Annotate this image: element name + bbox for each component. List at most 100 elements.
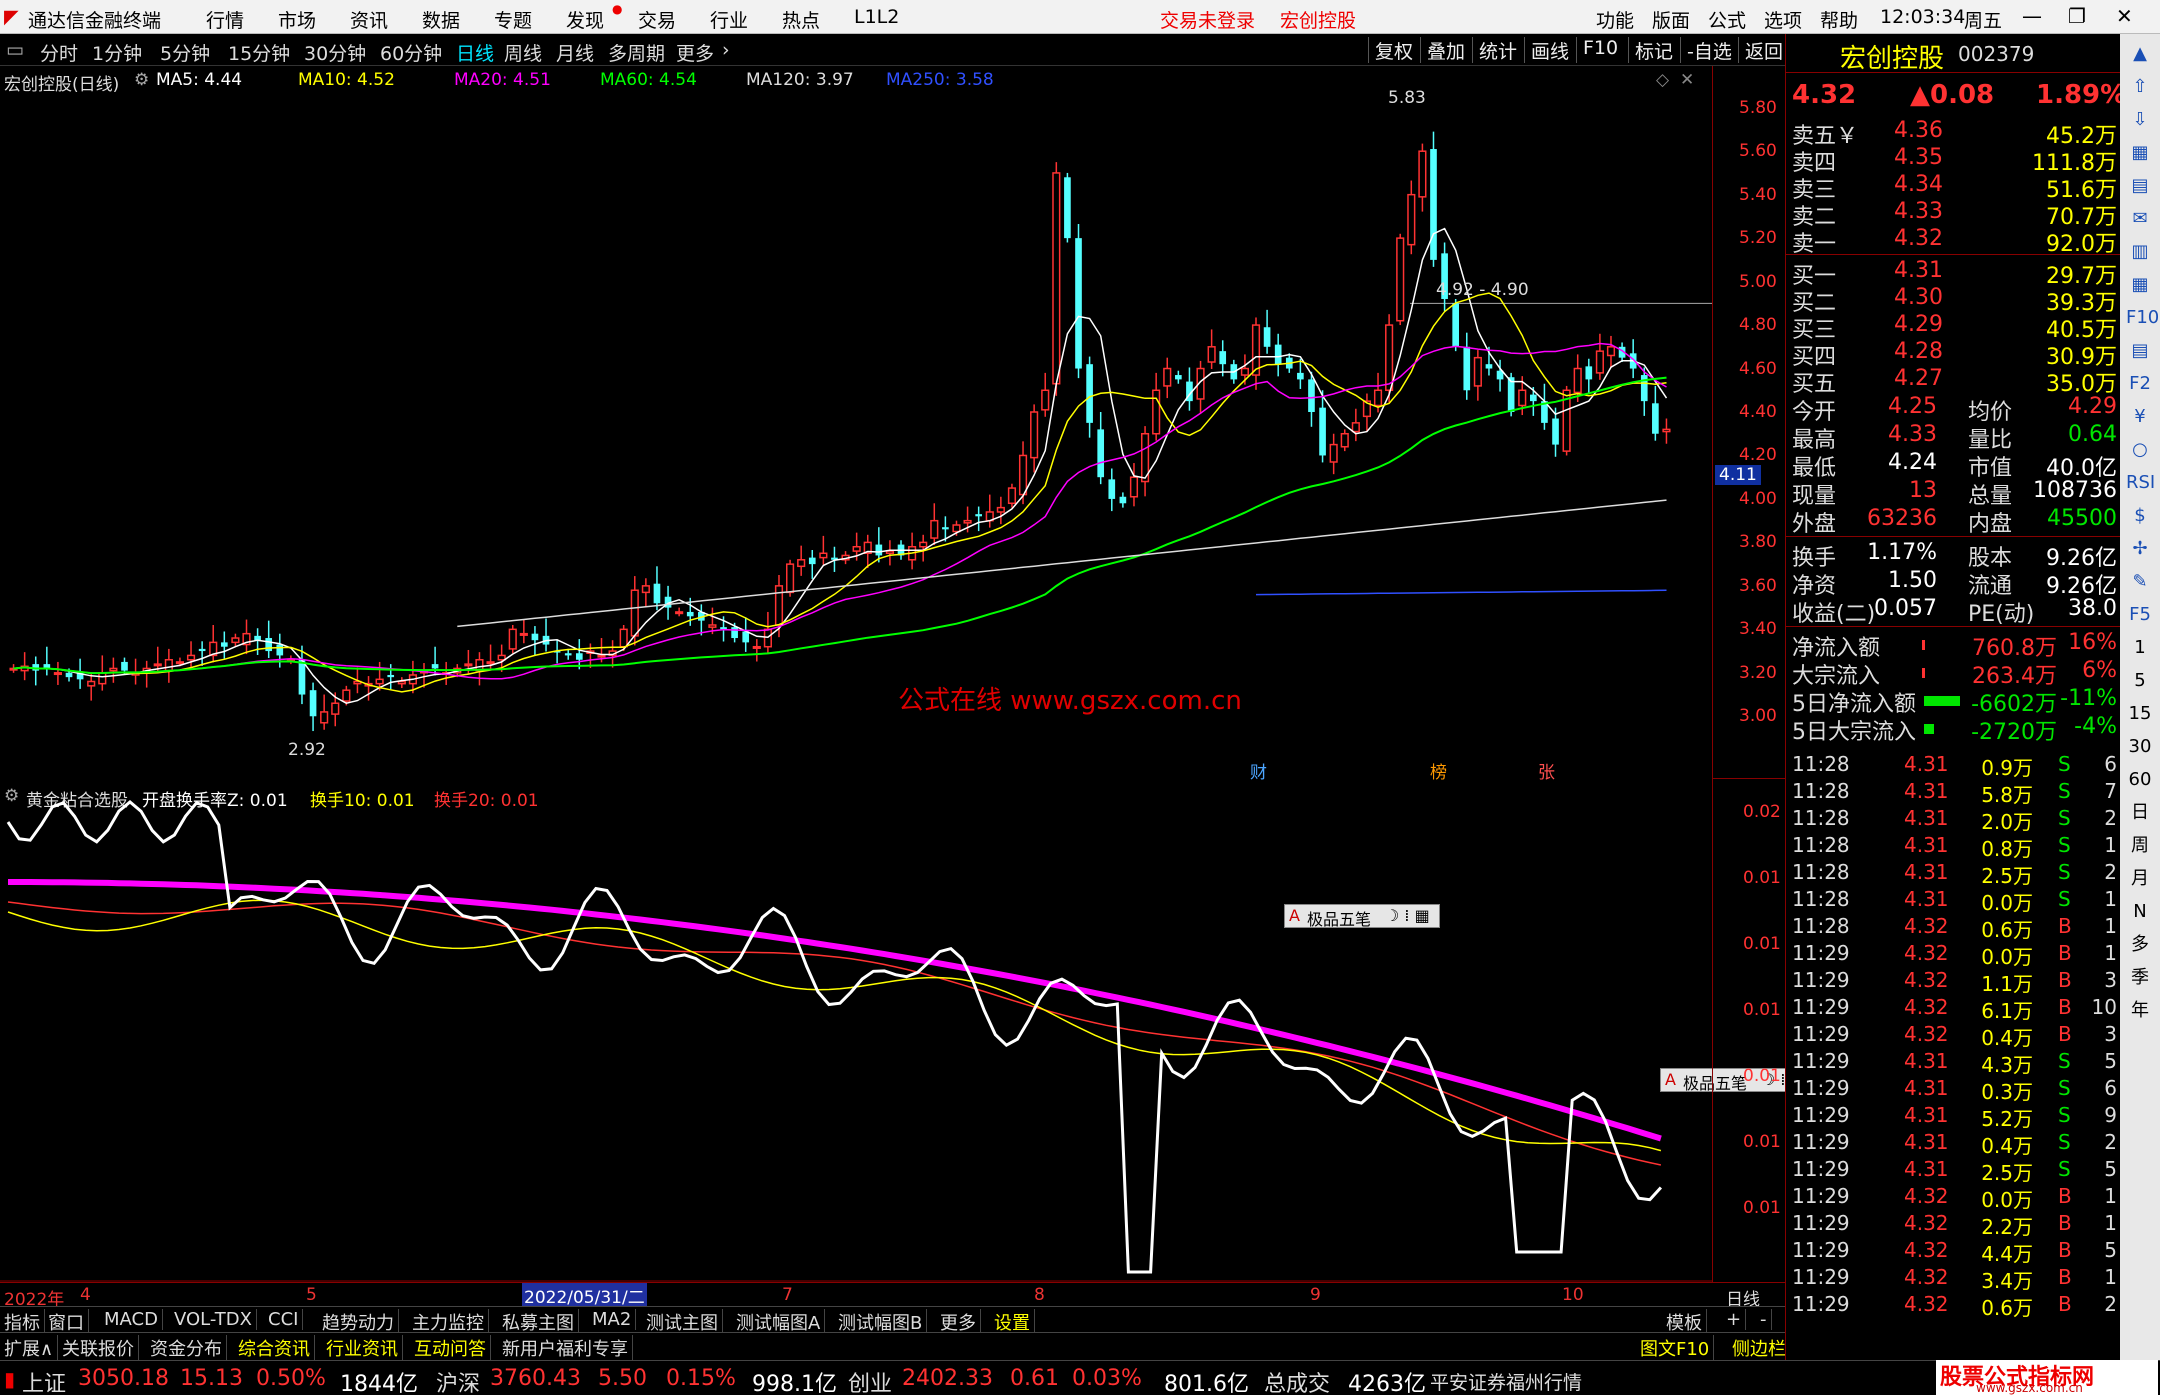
- menu-jiaoyi[interactable]: 交易: [638, 6, 676, 33]
- period-multi[interactable]: 多周期: [608, 39, 665, 66]
- marker-zhang[interactable]: 张: [1538, 758, 1555, 783]
- sidebar-icon[interactable]: 30: [2126, 733, 2154, 761]
- sidebar-icon[interactable]: ⇩: [2126, 106, 2154, 134]
- stat-row[interactable]: 最高 4.33 量比 0.64: [1792, 422, 2117, 453]
- template-btn[interactable]: -: [1756, 1309, 1772, 1330]
- sidebar-icon[interactable]: ▥: [2126, 238, 2154, 266]
- menu-l1l2[interactable]: L1L2: [854, 6, 899, 28]
- bid-row[interactable]: 买二 4.30 39.3万: [1792, 285, 2117, 316]
- sidebar-icon[interactable]: 年: [2126, 997, 2154, 1025]
- period-5min[interactable]: 5分钟: [160, 39, 210, 66]
- menu-shuju[interactable]: 数据: [422, 6, 460, 33]
- close-icon[interactable]: ✕: [2116, 4, 2133, 28]
- tick-row[interactable]: 11:28 4.31 5.8万 S 7: [1792, 779, 2117, 807]
- collapse-icon[interactable]: ▭: [6, 39, 24, 61]
- ime-widget[interactable]: A 极品五笔 ☽ ⁞ ▦: [1284, 904, 1440, 929]
- marker-cai[interactable]: 财: [1250, 758, 1267, 783]
- sidebar-icon[interactable]: ✢: [2126, 535, 2154, 563]
- extension-tab[interactable]: 行业资讯: [322, 1335, 403, 1361]
- tick-row[interactable]: 11:29 4.32 2.2万 B 1: [1792, 1211, 2117, 1239]
- tick-row[interactable]: 11:29 4.32 0.4万 B 3: [1792, 1022, 2117, 1050]
- sidebar-icon[interactable]: 1: [2126, 634, 2154, 662]
- stat-row[interactable]: 现量 13 总量 108736: [1792, 478, 2117, 509]
- btn-huaxian[interactable]: 画线: [1524, 37, 1575, 63]
- turnover-chart[interactable]: [0, 782, 1712, 1282]
- ask-row[interactable]: 卖一 4.32 92.0万: [1792, 226, 2117, 257]
- extension-tab[interactable]: 新用户福利专享: [498, 1335, 633, 1361]
- tick-row[interactable]: 11:29 4.31 0.3万 S 6: [1792, 1076, 2117, 1104]
- extension-tab[interactable]: 互动问答: [410, 1335, 491, 1361]
- menu-hangye[interactable]: 行业: [710, 6, 748, 33]
- tick-row[interactable]: 11:28 4.31 0.9万 S 6: [1792, 752, 2117, 780]
- login-status[interactable]: 交易未登录: [1160, 6, 1255, 33]
- btn-zixuan[interactable]: -自选: [1680, 37, 1738, 63]
- bid-row[interactable]: 买一 4.31 29.7万: [1792, 258, 2117, 289]
- restore-icon[interactable]: ❐: [2068, 4, 2086, 28]
- sidebar-icon[interactable]: $: [2126, 502, 2154, 530]
- menu-redian[interactable]: 热点: [782, 6, 820, 33]
- bid-row[interactable]: 买三 4.29 40.5万: [1792, 312, 2117, 343]
- btn-fanhui[interactable]: 返回: [1738, 37, 1789, 63]
- tick-row[interactable]: 11:29 4.32 4.4万 B 5: [1792, 1238, 2117, 1266]
- tick-row[interactable]: 11:28 4.32 0.6万 B 1: [1792, 914, 2117, 942]
- candlestick-chart[interactable]: [0, 66, 1712, 778]
- sidebar-icon[interactable]: RSI: [2126, 469, 2155, 497]
- tick-row[interactable]: 11:29 4.31 5.2万 S 9: [1792, 1103, 2117, 1131]
- sidebar-icon[interactable]: 5: [2126, 667, 2154, 695]
- tick-row[interactable]: 11:28 4.31 2.0万 S 2: [1792, 806, 2117, 834]
- minimize-icon[interactable]: —: [2022, 4, 2042, 28]
- broker-name[interactable]: 平安证券福州行情: [1430, 1368, 1582, 1395]
- btn-diejia[interactable]: 叠加: [1420, 37, 1471, 63]
- sidebar-icon[interactable]: 多: [2126, 931, 2154, 959]
- sidebar-icon[interactable]: 月: [2126, 865, 2154, 893]
- sidebar-icon[interactable]: 日: [2126, 799, 2154, 827]
- period-daily[interactable]: 日线: [456, 39, 494, 66]
- tick-row[interactable]: 11:28 4.31 0.0万 S 1: [1792, 887, 2117, 915]
- extension-tab[interactable]: 资金分布: [146, 1335, 227, 1361]
- extension-tab[interactable]: 综合资讯: [234, 1335, 315, 1361]
- sidebar-icon[interactable]: ✎: [2126, 568, 2154, 596]
- menu-bangzhu[interactable]: 帮助: [1820, 6, 1858, 33]
- bid-row[interactable]: 买四 4.28 30.9万: [1792, 339, 2117, 370]
- chevron-right-icon[interactable]: ›: [722, 39, 730, 61]
- menu-zixun[interactable]: 资讯: [350, 6, 388, 33]
- menu-banmian[interactable]: 版面: [1652, 6, 1690, 33]
- menu-hangqing[interactable]: 行情: [206, 6, 244, 33]
- stat-row[interactable]: 外盘 63236 内盘 45500: [1792, 506, 2117, 537]
- ask-row[interactable]: 卖四 4.35 111.8万: [1792, 145, 2117, 176]
- tick-row[interactable]: 11:29 4.31 2.5万 S 5: [1792, 1157, 2117, 1185]
- period-15min[interactable]: 15分钟: [228, 39, 290, 66]
- tick-row[interactable]: 11:29 4.32 0.0万 B 1: [1792, 1184, 2117, 1212]
- period-more[interactable]: 更多: [676, 39, 714, 66]
- tick-row[interactable]: 11:29 4.32 3.4万 B 1: [1792, 1265, 2117, 1293]
- side-tab[interactable]: 图文F10: [1636, 1335, 1715, 1361]
- sidebar-icon[interactable]: ▦: [2126, 271, 2154, 299]
- marker-bang[interactable]: 榜: [1430, 758, 1447, 783]
- ask-row[interactable]: 卖五￥ 4.36 45.2万: [1792, 118, 2117, 149]
- btn-fuquan[interactable]: 复权: [1368, 37, 1419, 63]
- ask-row[interactable]: 卖二 4.33 70.7万: [1792, 199, 2117, 230]
- index-hs-label[interactable]: 沪深: [436, 1366, 480, 1395]
- sidebar-icon[interactable]: N: [2126, 898, 2154, 926]
- ask-row[interactable]: 卖三 4.34 51.6万: [1792, 172, 2117, 203]
- sidebar-icon[interactable]: F10: [2126, 304, 2159, 332]
- tick-row[interactable]: 11:29 4.31 0.4万 S 2: [1792, 1130, 2117, 1158]
- indicator-tab[interactable]: MA2: [588, 1309, 637, 1330]
- index-sh-label[interactable]: 上证: [22, 1366, 66, 1395]
- menu-zhuanti[interactable]: 专题: [494, 6, 532, 33]
- indicator-tab[interactable]: CCI: [264, 1309, 304, 1330]
- tick-row[interactable]: 11:29 4.32 0.0万 B 1: [1792, 941, 2117, 969]
- menu-xuanxiang[interactable]: 选项: [1764, 6, 1802, 33]
- menu-shichang[interactable]: 市场: [278, 6, 316, 33]
- period-fenshi[interactable]: 分时: [40, 39, 78, 66]
- bid-row[interactable]: 买五 4.27 35.0万: [1792, 366, 2117, 397]
- menu-faxian[interactable]: 发现: [566, 6, 604, 33]
- sidebar-icon[interactable]: F2: [2126, 370, 2154, 398]
- flow-row[interactable]: 5日大宗流入 -2720万 -4%: [1792, 714, 2117, 745]
- sidebar-icon[interactable]: ✉: [2126, 205, 2154, 233]
- stat-row[interactable]: 净资 1.50 流通 9.26亿: [1792, 568, 2117, 599]
- menu-gongneng[interactable]: 功能: [1596, 6, 1634, 33]
- period-monthly[interactable]: 月线: [556, 39, 594, 66]
- period-60min[interactable]: 60分钟: [380, 39, 442, 66]
- stat-row[interactable]: 收益(二) 0.057 PE(动) 38.0: [1792, 596, 2117, 627]
